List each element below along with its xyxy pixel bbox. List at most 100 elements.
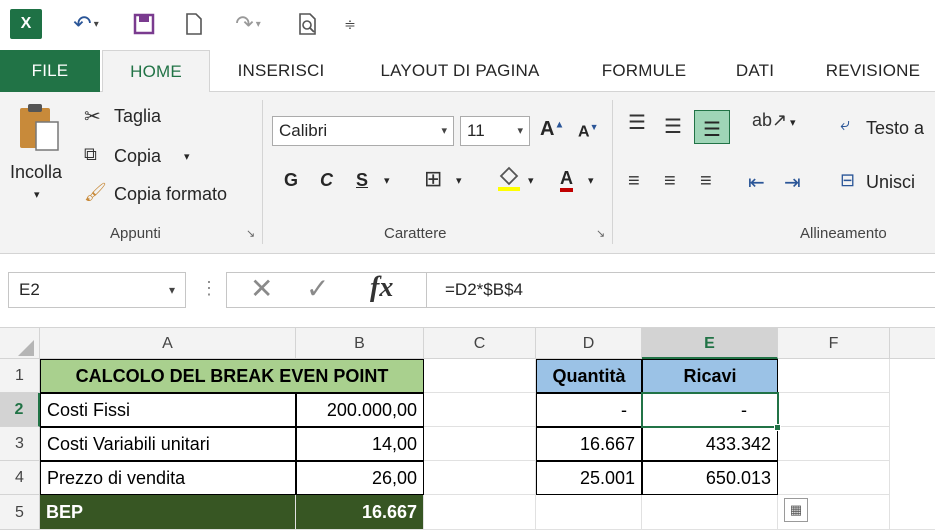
row-header-1[interactable]: 1: [0, 359, 40, 393]
tab-inserisci[interactable]: INSERISCI: [226, 50, 336, 92]
font-color-button[interactable]: A: [560, 168, 573, 192]
fill-color-icon[interactable]: [496, 164, 522, 198]
cell-e3[interactable]: 433.342: [642, 427, 778, 461]
cell-d4[interactable]: 25.001: [536, 461, 642, 495]
underline-button[interactable]: S: [356, 170, 368, 191]
orientation-icon[interactable]: ab↗: [752, 110, 787, 131]
cell-b4[interactable]: 26,00: [296, 461, 424, 495]
format-painter-icon[interactable]: 🖌: [84, 182, 107, 203]
align-center-icon[interactable]: ≡: [664, 170, 676, 193]
row-header-5[interactable]: 5: [0, 495, 40, 530]
font-size-dropdown-icon[interactable]: ▾: [517, 117, 523, 145]
cell-e1[interactable]: Ricavi: [642, 359, 778, 393]
cell-b2[interactable]: 200.000,00: [296, 393, 424, 427]
align-left-icon[interactable]: ≡: [628, 170, 640, 193]
select-all-corner[interactable]: [0, 328, 40, 359]
italic-button[interactable]: C: [320, 170, 333, 191]
font-launcher-icon[interactable]: ↘: [596, 227, 605, 240]
font-size-combo[interactable]: 11 ▾: [460, 116, 530, 146]
borders-dropdown-icon[interactable]: ▾: [456, 174, 462, 187]
cut-icon[interactable]: ✂: [84, 104, 101, 129]
cell-f1[interactable]: [778, 359, 890, 393]
decrease-indent-icon[interactable]: ⇤: [748, 170, 765, 195]
cell-c1[interactable]: [424, 359, 536, 393]
redo-icon[interactable]: ↷ ▾: [228, 8, 268, 40]
column-header-d[interactable]: D: [536, 328, 642, 359]
cell-c3[interactable]: [424, 427, 536, 461]
customize-qat-icon[interactable]: ≑: [340, 8, 360, 40]
column-header-c[interactable]: C: [424, 328, 536, 359]
cell-f3[interactable]: [778, 427, 890, 461]
shrink-font-button[interactable]: A▼: [578, 122, 598, 141]
wrap-text-icon[interactable]: ⤶: [840, 114, 850, 135]
cell-d3[interactable]: 16.667: [536, 427, 642, 461]
tab-revisione[interactable]: REVISIONE: [812, 50, 934, 92]
align-bottom-button[interactable]: ☰: [694, 110, 730, 144]
paste-icon[interactable]: [16, 100, 62, 162]
cell-a4[interactable]: Prezzo di vendita: [40, 461, 296, 495]
column-header-a[interactable]: A: [40, 328, 296, 359]
row-header-4[interactable]: 4: [0, 461, 40, 495]
cell-d2[interactable]: -: [536, 393, 642, 427]
font-name-combo[interactable]: Calibri ▾: [272, 116, 454, 146]
tab-layout-di-pagina[interactable]: LAYOUT DI PAGINA: [360, 50, 560, 92]
font-color-dropdown-icon[interactable]: ▾: [588, 174, 594, 187]
row-header-3[interactable]: 3: [0, 427, 40, 461]
column-header-e[interactable]: E: [642, 328, 778, 359]
cell-f2[interactable]: [778, 393, 890, 427]
align-top-icon[interactable]: ☰: [628, 110, 646, 135]
cell-a2[interactable]: Costi Fissi: [40, 393, 296, 427]
tab-dati[interactable]: DATI: [720, 50, 790, 92]
title-cell[interactable]: CALCOLO DEL BREAK EVEN POINT: [40, 359, 424, 393]
formula-input[interactable]: =D2*$B$4: [426, 272, 935, 308]
copy-button[interactable]: Copia: [114, 146, 161, 167]
tab-formule[interactable]: FORMULE: [585, 50, 703, 92]
column-header-g[interactable]: [890, 328, 935, 359]
align-middle-icon[interactable]: ☰: [664, 114, 682, 139]
paste-dropdown-icon[interactable]: ▾: [34, 188, 40, 201]
merge-button[interactable]: Unisci: [866, 172, 915, 193]
orientation-dropdown-icon[interactable]: ▾: [790, 116, 796, 129]
fill-handle[interactable]: [774, 424, 781, 431]
copy-icon[interactable]: ⧉: [84, 144, 97, 165]
align-right-icon[interactable]: ≡: [700, 170, 712, 193]
cell-c4[interactable]: [424, 461, 536, 495]
cut-button[interactable]: Taglia: [114, 106, 161, 127]
clipboard-launcher-icon[interactable]: ↘: [246, 227, 255, 240]
copy-dropdown-icon[interactable]: ▾: [184, 150, 190, 163]
undo-icon[interactable]: ↶ ▾: [66, 8, 106, 40]
cell-c5[interactable]: [424, 495, 536, 530]
column-header-b[interactable]: B: [296, 328, 424, 359]
tab-home[interactable]: HOME: [102, 50, 210, 93]
cell-a5[interactable]: BEP: [40, 495, 296, 530]
format-painter-button[interactable]: Copia formato: [114, 184, 227, 205]
cell-c2[interactable]: [424, 393, 536, 427]
cell-d5[interactable]: [536, 495, 642, 530]
new-document-icon[interactable]: [178, 8, 210, 40]
cell-b3[interactable]: 14,00: [296, 427, 424, 461]
bold-button[interactable]: G: [284, 170, 298, 191]
column-header-f[interactable]: F: [778, 328, 890, 359]
print-preview-icon[interactable]: [292, 8, 324, 40]
cell-e4[interactable]: 650.013: [642, 461, 778, 495]
paste-button[interactable]: Incolla: [10, 162, 62, 183]
row-header-2[interactable]: 2: [0, 393, 40, 427]
merge-icon[interactable]: ⊟: [840, 170, 855, 191]
cell-d1[interactable]: Quantità: [536, 359, 642, 393]
increase-indent-icon[interactable]: ⇥: [784, 170, 801, 195]
wrap-text-button[interactable]: Testo a: [866, 118, 924, 139]
cancel-icon[interactable]: ✕: [250, 272, 273, 305]
paste-options-icon[interactable]: ▦: [784, 498, 808, 522]
fill-color-dropdown-icon[interactable]: ▾: [528, 174, 534, 187]
cell-b5[interactable]: 16.667: [296, 495, 424, 530]
borders-icon[interactable]: ⊞: [424, 166, 442, 192]
cell-f4[interactable]: [778, 461, 890, 495]
cell-a3[interactable]: Costi Variabili unitari: [40, 427, 296, 461]
name-box-dropdown-icon[interactable]: ▾: [169, 273, 175, 307]
font-name-dropdown-icon[interactable]: ▾: [441, 117, 447, 145]
tab-file[interactable]: FILE: [0, 50, 100, 92]
grow-font-button[interactable]: A▲: [540, 118, 564, 141]
insert-function-icon[interactable]: fx: [370, 272, 393, 304]
save-icon[interactable]: [128, 8, 160, 40]
enter-icon[interactable]: ✓: [306, 272, 329, 305]
